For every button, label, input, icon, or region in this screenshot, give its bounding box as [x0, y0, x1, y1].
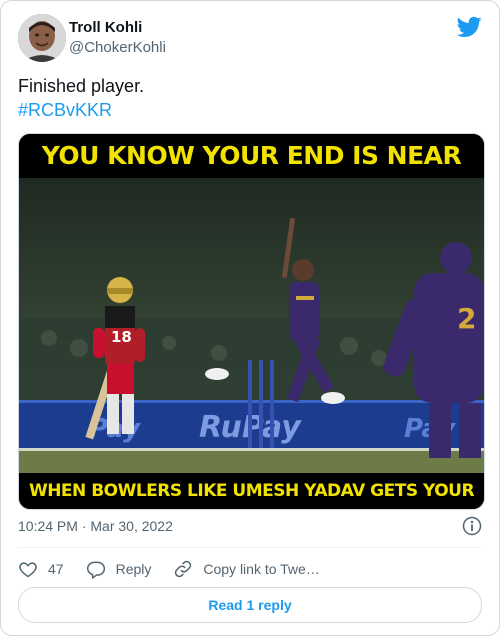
- divider: [18, 547, 482, 548]
- twitter-bird-icon[interactable]: [457, 16, 482, 38]
- reply-button[interactable]: Reply: [86, 559, 152, 579]
- info-icon[interactable]: [462, 516, 482, 536]
- action-bar: 47 Reply Copy link to Twe…: [18, 557, 342, 581]
- avatar-photo: [18, 14, 66, 62]
- link-icon: [175, 560, 192, 578]
- tweet-text: Finished player. #RCBvKKR: [18, 74, 144, 122]
- copy-link-button[interactable]: Copy link to Twe…: [173, 559, 320, 579]
- reply-bubble-icon: [86, 561, 105, 579]
- stumps-figure: [248, 360, 274, 448]
- meme-bottom-caption: WHEN BOWLERS LIKE UMESH YADAV GETS YOUR …: [19, 473, 484, 509]
- author-handle[interactable]: @ChokerKohli: [69, 39, 166, 56]
- heart-icon: [19, 562, 37, 578]
- like-count: 47: [48, 561, 64, 577]
- author-name[interactable]: Troll Kohli: [69, 19, 142, 36]
- avatar[interactable]: [18, 14, 66, 62]
- svg-text:2: 2: [457, 302, 476, 335]
- tweet-timestamp[interactable]: 10:24 PM · Mar 30, 2022: [18, 518, 173, 534]
- like-button[interactable]: 47: [18, 559, 64, 579]
- hashtag-link[interactable]: #RCBvKKR: [18, 98, 144, 122]
- jersey-number-text: 18: [111, 328, 132, 346]
- cricket-scene: Pay RuPay Pay 18: [19, 178, 484, 473]
- meme-top-caption: YOU KNOW YOUR END IS NEAR: [19, 134, 484, 178]
- tweet-card: Troll Kohli @ChokerKohli Finished player…: [0, 0, 500, 636]
- copy-link-label: Copy link to Twe…: [203, 561, 320, 577]
- tweet-body: Finished player.: [18, 76, 145, 96]
- reply-label: Reply: [115, 561, 152, 577]
- read-replies-button[interactable]: Read 1 reply: [18, 587, 482, 623]
- read-replies-label: Read 1 reply: [208, 597, 292, 613]
- tweet-media-image[interactable]: YOU KNOW YOUR END IS NEAR Pay RuPay Pay: [18, 133, 485, 510]
